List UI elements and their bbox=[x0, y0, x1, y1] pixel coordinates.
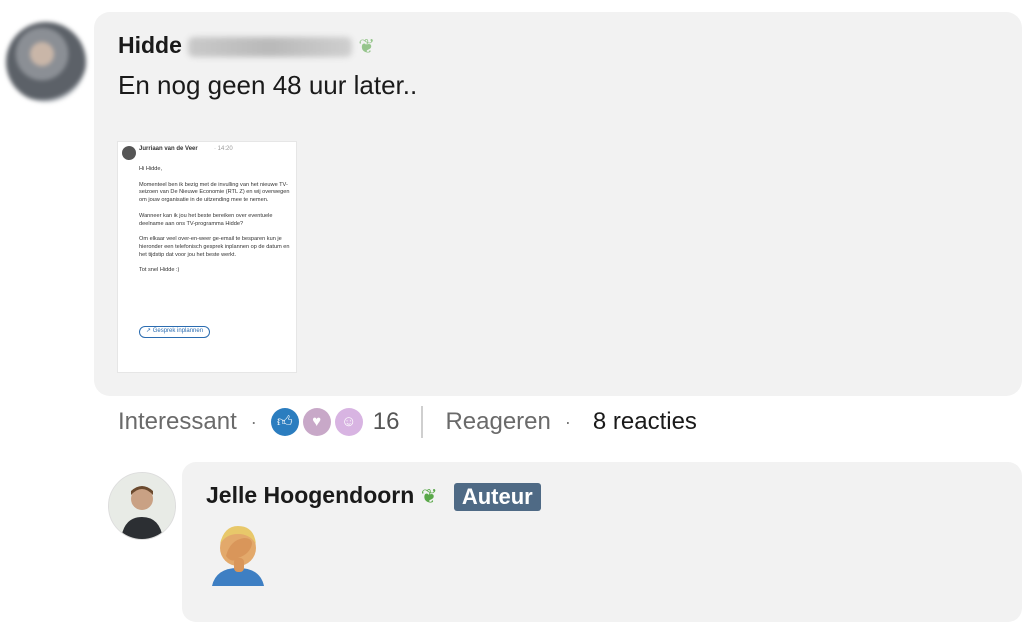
comment-author-name[interactable]: Hidde bbox=[118, 32, 182, 58]
attachment-sender: Jurriaan van de Veer bbox=[139, 146, 198, 152]
like-button[interactable]: Interessant bbox=[118, 408, 237, 436]
comment-author[interactable]: Hidde ❦ bbox=[118, 32, 375, 59]
facepalm-icon bbox=[212, 526, 264, 586]
commenter-avatar[interactable] bbox=[6, 22, 86, 102]
replies-link[interactable]: 8 reacties bbox=[593, 408, 697, 436]
attachment-button-label: Gesprek inplannen bbox=[152, 328, 204, 334]
reaction-count[interactable]: 16 bbox=[373, 408, 400, 436]
comment-text: En nog geen 48 uur later.. bbox=[118, 70, 418, 100]
attachment-image[interactable]: Jurriaan van de Veer · 14:20 Hi Hidde, M… bbox=[118, 142, 296, 372]
support-icon[interactable]: ♥ bbox=[302, 408, 331, 436]
like-icon[interactable]: 👍︎ bbox=[270, 408, 299, 436]
insightful-icon[interactable]: ☺ bbox=[334, 408, 363, 436]
reply-button[interactable]: Reageren bbox=[445, 408, 550, 436]
reply-avatar[interactable] bbox=[108, 472, 176, 540]
leaf-icon: ❦ bbox=[420, 486, 438, 509]
person-icon bbox=[109, 473, 175, 539]
author-badge: Auteur bbox=[453, 482, 541, 511]
attachment-body: Hi Hidde, Momenteel ben ik bezig met de … bbox=[139, 166, 290, 274]
leaf-icon: ❦ bbox=[358, 36, 376, 59]
blurred-lastname bbox=[187, 36, 352, 57]
attachment-sender-avatar bbox=[122, 146, 136, 160]
reply-author-name[interactable]: Jelle Hoogendoorn bbox=[206, 482, 414, 508]
facepalm-emoji bbox=[204, 520, 272, 588]
separator-dot: · bbox=[250, 411, 257, 432]
comment-actions: Interessant · 👍︎ ♥ ☺ 16 Reageren · 8 rea… bbox=[118, 406, 697, 438]
attachment-time: · 14:20 bbox=[214, 146, 233, 152]
separator-dot: · bbox=[564, 411, 571, 432]
attachment-schedule-button: ↗ Gesprek inplannen bbox=[139, 326, 211, 338]
reply-author[interactable]: Jelle Hoogendoorn ❦ Auteur bbox=[206, 482, 541, 511]
divider bbox=[421, 406, 424, 438]
